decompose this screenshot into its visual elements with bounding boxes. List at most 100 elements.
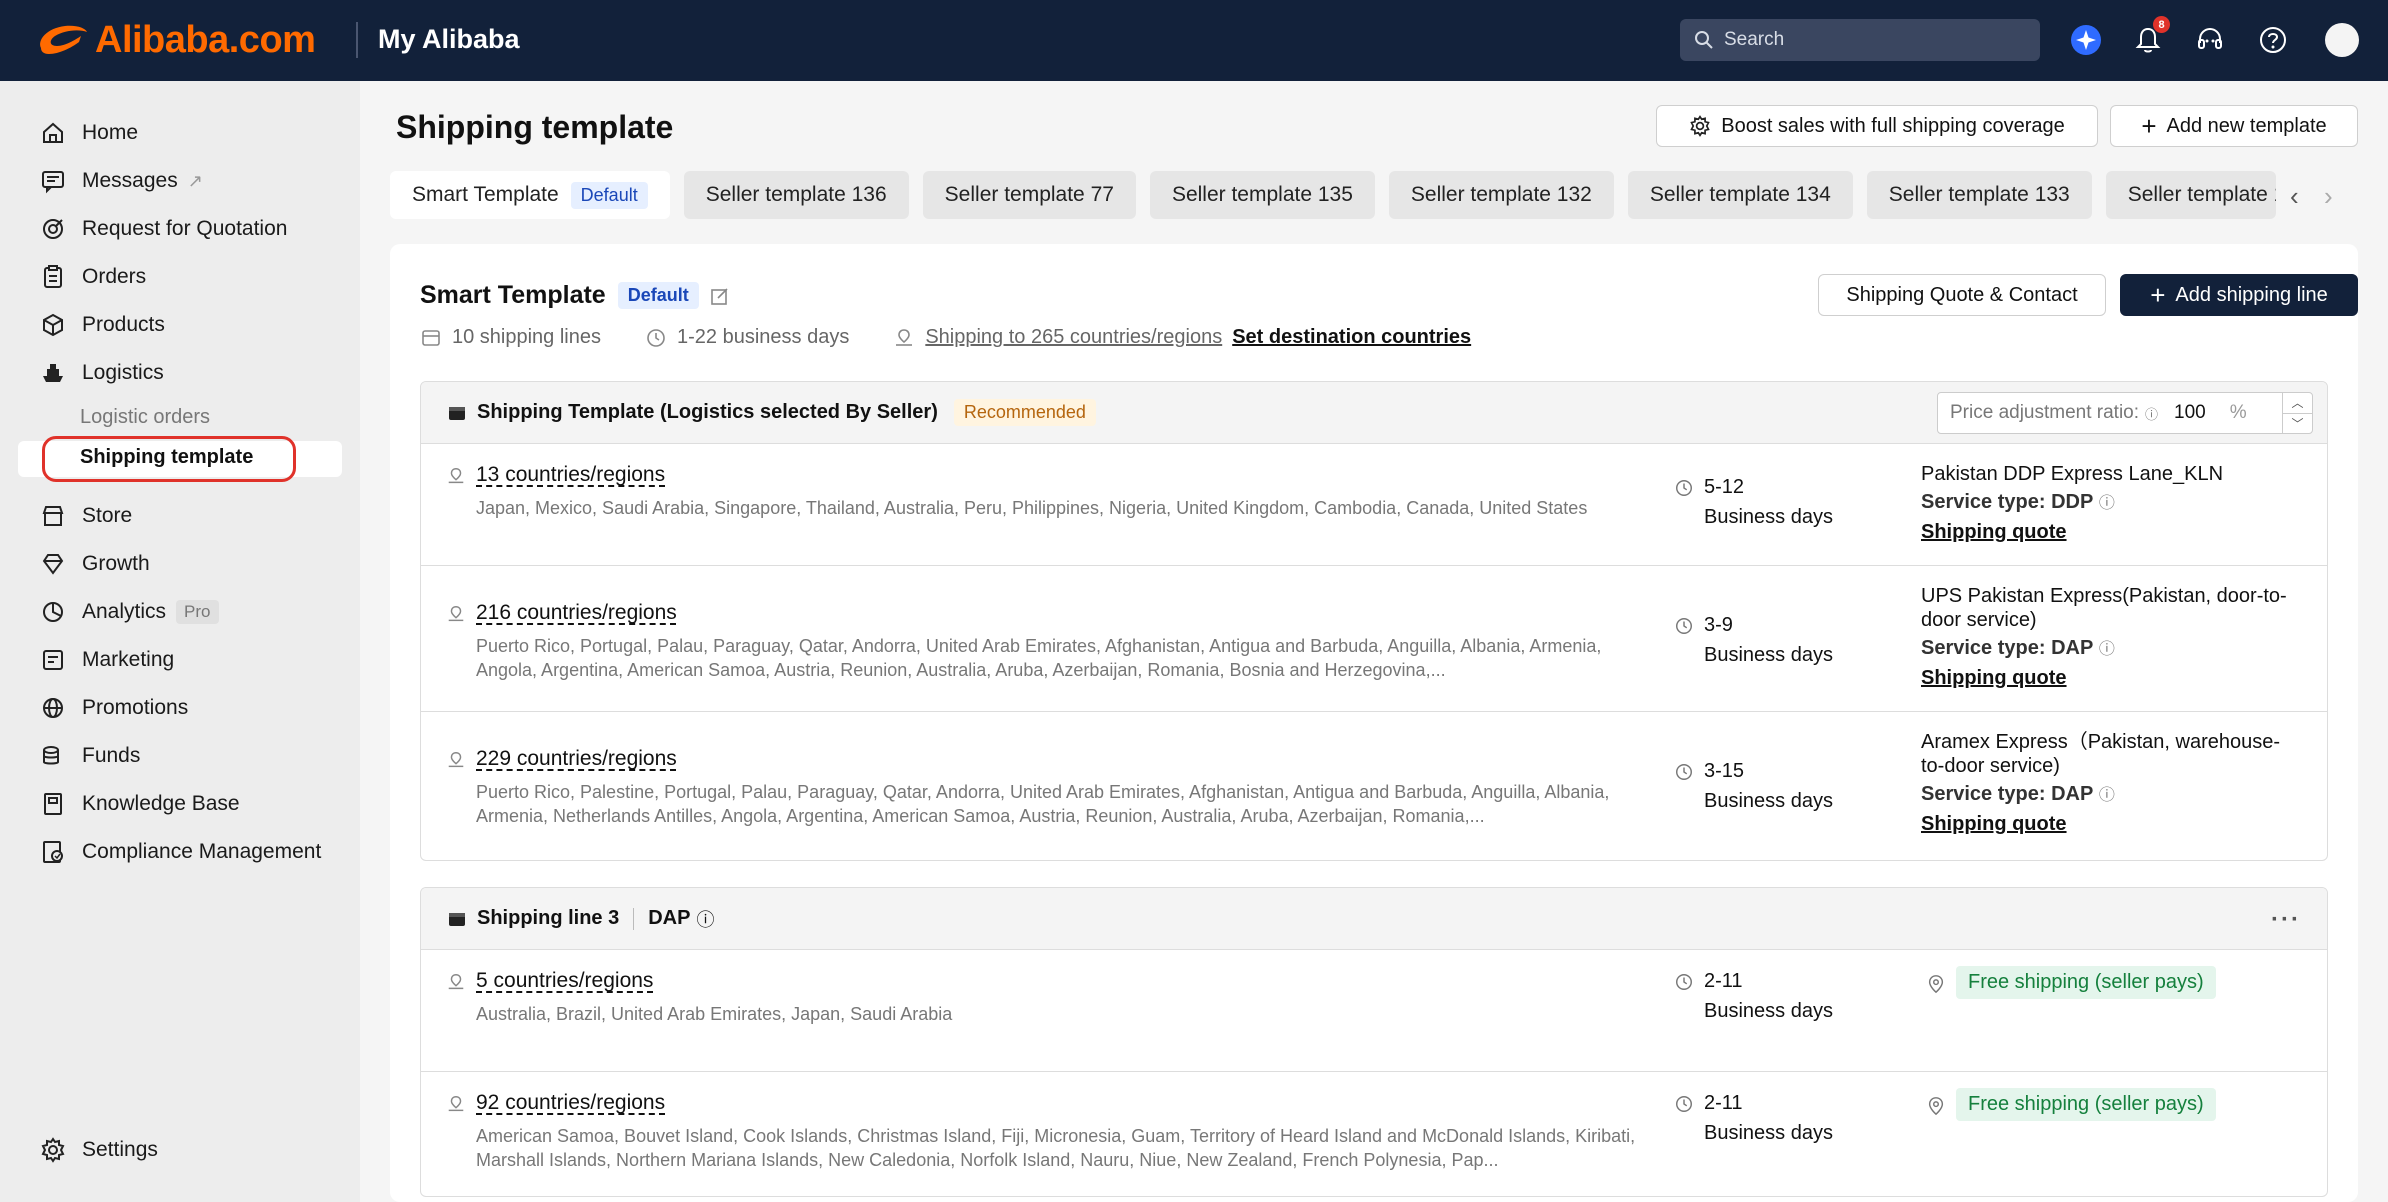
add-shipping-line-button[interactable]: + Add shipping line — [2120, 274, 2358, 316]
shipping-quote-contact-button[interactable]: Shipping Quote & Contact — [1818, 274, 2106, 316]
sidebar-item-label: Funds — [82, 744, 141, 767]
chevron-up-icon[interactable]: ︿ — [2283, 393, 2312, 414]
sidebar-item-label: Marketing — [82, 648, 175, 671]
location-icon — [448, 467, 464, 484]
add-new-template-button[interactable]: + Add new template — [2110, 105, 2358, 147]
tab-seller-template-133[interactable]: Seller template 133 — [1866, 171, 2092, 219]
analytics-icon — [43, 602, 63, 622]
sidebar-item-products[interactable]: Products — [40, 308, 165, 342]
sidebar-item-funds[interactable]: Funds — [40, 739, 140, 773]
tab-seller-template-77[interactable]: Seller template 77 — [922, 171, 1136, 219]
sidebar-item-orders[interactable]: Orders — [40, 260, 146, 294]
days-label: Business days — [1704, 1000, 1833, 1022]
boost-sales-button[interactable]: Boost sales with full shipping coverage — [1656, 105, 2098, 147]
clock-icon — [1676, 764, 1692, 780]
shipping-quote-link[interactable]: Shipping quote — [1921, 812, 2301, 836]
country-list: Australia, Brazil, United Arab Emirates,… — [476, 1004, 953, 1024]
shipping-quote-link[interactable]: Shipping quote — [1921, 666, 2301, 690]
sidebar-item-home[interactable]: Home — [40, 116, 138, 150]
ai-assistant-button[interactable] — [2066, 20, 2106, 60]
sidebar-item-store[interactable]: Store — [40, 499, 132, 533]
alibaba-logo[interactable]: Alibaba.com — [35, 18, 316, 62]
app-title[interactable]: My Alibaba — [378, 24, 520, 55]
days-range: 3-15 — [1704, 760, 1745, 782]
globe-icon — [43, 698, 63, 718]
destination-link[interactable]: 229 countries/regions — [476, 747, 677, 771]
quantity-stepper[interactable]: ︿ ﹀ — [2282, 393, 2312, 433]
box-icon — [449, 406, 465, 420]
sidebar-item-promotions[interactable]: Promotions — [40, 691, 188, 725]
destination-link[interactable]: 92 countries/regions — [476, 1091, 665, 1115]
table-row: 216 countries/regions Puerto Rico, Portu… — [421, 566, 2327, 712]
help-icon: ⓘ — [2098, 495, 2115, 512]
price-adjustment-input[interactable]: Price adjustment ratio: ⓘ 100 % ︿ ﹀ — [1937, 392, 2313, 434]
location-icon — [448, 1095, 464, 1112]
incoterm-type: DAP — [648, 907, 691, 929]
sidebar-subitem-logistic-orders[interactable]: Logistic orders — [80, 406, 210, 429]
country-list: Puerto Rico, Portugal, Palau, Paraguay, … — [476, 636, 1602, 680]
set-destination-link[interactable]: Set destination countries — [1232, 326, 1471, 349]
tab-label: Seller template 132 — [1410, 183, 1592, 206]
days-label: Business days — [1704, 644, 1833, 666]
destination-link[interactable]: 5 countries/regions — [476, 969, 653, 993]
help-icon: ⓘ — [696, 909, 715, 930]
sidebar-item-growth[interactable]: Growth — [40, 547, 150, 581]
tab-seller-template-132[interactable]: Seller template 132 — [1388, 171, 1614, 219]
days-range: 3-9 — [1704, 614, 1733, 636]
sidebar-item-label: Request for Quotation — [82, 217, 288, 240]
tab-seller-template-1[interactable]: Seller template 1 — [2105, 171, 2276, 219]
box-icon — [43, 313, 63, 337]
notifications-button[interactable]: 8 — [2128, 16, 2170, 60]
plus-icon: + — [2150, 279, 2166, 310]
carrier-name: Pakistan DDP Express Lane_KLN — [1921, 463, 2224, 485]
tab-label: Seller template 135 — [1171, 183, 1353, 206]
avatar — [2325, 23, 2359, 57]
edit-icon[interactable] — [709, 285, 731, 307]
add-template-label: Add new template — [2166, 114, 2327, 137]
sidebar-item-compliance[interactable]: Compliance Management — [40, 835, 321, 869]
search-placeholder: Search — [1724, 29, 1785, 50]
service-type-label: Service type: — [1921, 783, 2046, 805]
template-title: Smart Template Default — [420, 281, 731, 310]
destination-link[interactable]: 13 countries/regions — [476, 463, 665, 487]
avatar-button[interactable] — [2322, 20, 2362, 60]
country-list: Japan, Mexico, Saudi Arabia, Singapore, … — [476, 498, 1588, 518]
sidebar-item-rfq[interactable]: Request for Quotation — [40, 212, 287, 246]
more-options-icon[interactable]: ··· — [2271, 906, 2301, 934]
service-type-value: DAP — [2051, 783, 2094, 805]
sidebar-item-marketing[interactable]: Marketing — [40, 643, 174, 677]
shipping-quote-link[interactable]: Shipping quote — [1921, 520, 2301, 544]
support-button[interactable] — [2190, 20, 2230, 60]
shipping-lines-count: 10 shipping lines — [452, 326, 601, 348]
table-row: 5 countries/regions Australia, Brazil, U… — [421, 950, 2327, 1072]
funds-icon — [43, 746, 59, 765]
template-name: Smart Template — [420, 281, 606, 309]
price-adjustment-value: 100 — [2174, 402, 2206, 423]
tab-smart-template[interactable]: Smart Template Default — [390, 171, 670, 219]
days-range: 2-11 — [1704, 1092, 1743, 1114]
pin-icon — [1928, 1097, 1944, 1116]
tabs-next-icon[interactable]: › — [2324, 181, 2333, 212]
sidebar: Home Messages ↗ Request for Quotation Or… — [0, 81, 360, 1202]
sidebar-item-knowledge-base[interactable]: Knowledge Base — [40, 787, 240, 821]
tab-seller-template-136[interactable]: Seller template 136 — [683, 171, 909, 219]
tab-seller-template-135[interactable]: Seller template 135 — [1149, 171, 1375, 219]
tab-seller-template-134[interactable]: Seller template 134 — [1627, 171, 1853, 219]
sidebar-item-settings[interactable]: Settings — [40, 1133, 158, 1167]
tabs-prev-icon[interactable]: ‹ — [2290, 181, 2299, 212]
sidebar-item-logistics[interactable]: Logistics — [40, 356, 164, 390]
top-bar: Alibaba.com My Alibaba Search 8 — [0, 0, 2388, 81]
sidebar-item-label: Settings — [82, 1138, 158, 1161]
sidebar-item-analytics[interactable]: Analytics Pro — [40, 595, 219, 629]
default-tag: Default — [617, 282, 699, 309]
location-icon — [448, 605, 464, 622]
help-button[interactable] — [2253, 20, 2293, 60]
chevron-down-icon[interactable]: ﹀ — [2283, 414, 2312, 434]
search-input[interactable]: Search — [1680, 19, 2040, 61]
tab-label: Seller template 1 — [2127, 183, 2276, 206]
sidebar-item-messages[interactable]: Messages ↗ — [40, 164, 203, 198]
destination-link[interactable]: 216 countries/regions — [476, 601, 677, 625]
store-icon — [42, 506, 64, 526]
shipping-to-link[interactable]: Shipping to 265 countries/regions — [925, 326, 1222, 349]
external-link-icon: ↗ — [187, 170, 203, 191]
